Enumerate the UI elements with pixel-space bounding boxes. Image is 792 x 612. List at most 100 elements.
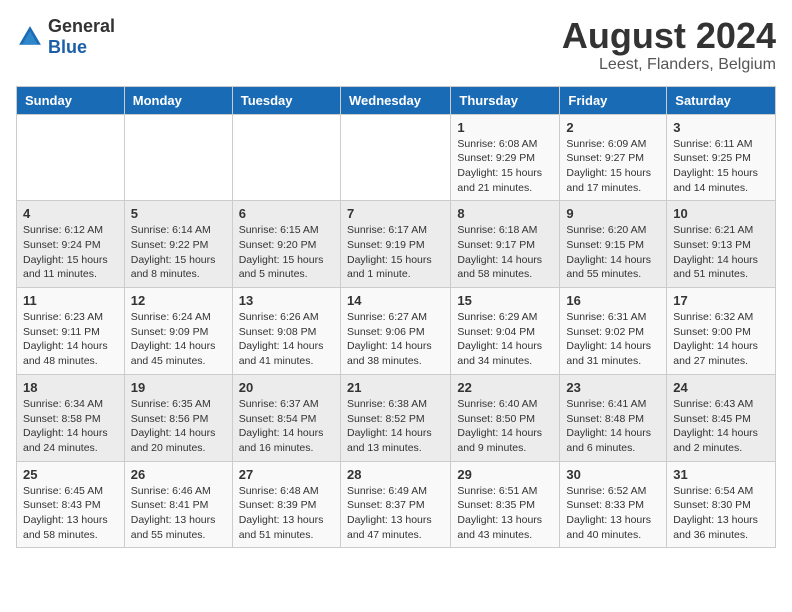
calendar-cell: 16 Sunrise: 6:31 AM Sunset: 9:02 PM Dayli… (560, 288, 667, 375)
day-number: 11 (23, 293, 118, 308)
day-info: Sunrise: 6:14 AM Sunset: 9:22 PM Dayligh… (131, 223, 226, 282)
location: Leest, Flanders, Belgium (562, 56, 776, 74)
calendar-cell: 9 Sunrise: 6:20 AM Sunset: 9:15 PM Daylig… (560, 201, 667, 288)
day-number: 10 (673, 206, 769, 221)
calendar-body: 1Sunrise: 6:08 AM Sunset: 9:29 PM Daylig… (17, 114, 776, 548)
day-info: Sunrise: 6:18 AM Sunset: 9:17 PM Dayligh… (457, 223, 553, 282)
calendar-cell: 3Sunrise: 6:11 AM Sunset: 9:25 PM Daylig… (667, 114, 776, 201)
day-info: Sunrise: 6:45 AM Sunset: 8:43 PM Dayligh… (23, 484, 118, 543)
calendar-cell: 1Sunrise: 6:08 AM Sunset: 9:29 PM Daylig… (451, 114, 560, 201)
day-info: Sunrise: 6:34 AM Sunset: 8:58 PM Dayligh… (23, 397, 118, 456)
day-number: 5 (131, 206, 226, 221)
day-info: Sunrise: 6:38 AM Sunset: 8:52 PM Dayligh… (347, 397, 444, 456)
day-number: 13 (239, 293, 334, 308)
calendar-cell: 19Sunrise: 6:35 AM Sunset: 8:56 PM Dayli… (124, 374, 232, 461)
weekday-header-monday: Monday (124, 86, 232, 114)
day-number: 18 (23, 380, 118, 395)
day-info: Sunrise: 6:43 AM Sunset: 8:45 PM Dayligh… (673, 397, 769, 456)
day-number: 31 (673, 467, 769, 482)
calendar-week-row: 18 Sunrise: 6:34 AM Sunset: 8:58 PM Dayli… (17, 374, 776, 461)
weekday-header-tuesday: Tuesday (232, 86, 340, 114)
day-info: Sunrise: 6:23 AM Sunset: 9:11 PM Dayligh… (23, 310, 118, 369)
day-number: 25 (23, 467, 118, 482)
calendar-cell: 24 Sunrise: 6:43 AM Sunset: 8:45 PM Dayli… (667, 374, 776, 461)
day-number: 26 (131, 467, 226, 482)
day-number: 14 (347, 293, 444, 308)
day-info: Sunrise: 6:32 AM Sunset: 9:00 PM Dayligh… (673, 310, 769, 369)
day-number: 4 (23, 206, 118, 221)
day-info: Sunrise: 6:29 AM Sunset: 9:04 PM Dayligh… (457, 310, 553, 369)
weekday-header-friday: Friday (560, 86, 667, 114)
calendar-cell: 13Sunrise: 6:26 AM Sunset: 9:08 PM Dayli… (232, 288, 340, 375)
calendar-cell: 4 Sunrise: 6:12 AM Sunset: 9:24 PM Daylig… (17, 201, 125, 288)
calendar-cell (340, 114, 450, 201)
day-info: Sunrise: 6:49 AM Sunset: 8:37 PM Dayligh… (347, 484, 444, 543)
day-number: 3 (673, 120, 769, 135)
day-number: 30 (566, 467, 660, 482)
day-info: Sunrise: 6:12 AM Sunset: 9:24 PM Dayligh… (23, 223, 118, 282)
day-number: 8 (457, 206, 553, 221)
calendar-cell: 28 Sunrise: 6:49 AM Sunset: 8:37 PM Dayli… (340, 461, 450, 548)
calendar-cell: 29Sunrise: 6:51 AM Sunset: 8:35 PM Dayli… (451, 461, 560, 548)
day-info: Sunrise: 6:21 AM Sunset: 9:13 PM Dayligh… (673, 223, 769, 282)
calendar-cell (232, 114, 340, 201)
day-number: 20 (239, 380, 334, 395)
day-number: 27 (239, 467, 334, 482)
calendar-cell: 26 Sunrise: 6:46 AM Sunset: 8:41 PM Dayli… (124, 461, 232, 548)
calendar-cell: 14 Sunrise: 6:27 AM Sunset: 9:06 PM Dayli… (340, 288, 450, 375)
month-year: August 2024 (562, 16, 776, 56)
calendar-cell: 21 Sunrise: 6:38 AM Sunset: 8:52 PM Dayli… (340, 374, 450, 461)
calendar-cell: 22Sunrise: 6:40 AM Sunset: 8:50 PM Dayli… (451, 374, 560, 461)
calendar-cell: 20Sunrise: 6:37 AM Sunset: 8:54 PM Dayli… (232, 374, 340, 461)
day-info: Sunrise: 6:35 AM Sunset: 8:56 PM Dayligh… (131, 397, 226, 456)
day-info: Sunrise: 6:48 AM Sunset: 8:39 PM Dayligh… (239, 484, 334, 543)
calendar-cell: 27 Sunrise: 6:48 AM Sunset: 8:39 PM Dayli… (232, 461, 340, 548)
day-number: 24 (673, 380, 769, 395)
calendar-cell: 6 Sunrise: 6:15 AM Sunset: 9:20 PM Daylig… (232, 201, 340, 288)
calendar-cell (17, 114, 125, 201)
logo-text-blue: Blue (48, 37, 87, 57)
day-info: Sunrise: 6:08 AM Sunset: 9:29 PM Dayligh… (457, 137, 553, 196)
day-number: 16 (566, 293, 660, 308)
calendar-cell: 30Sunrise: 6:52 AM Sunset: 8:33 PM Dayli… (560, 461, 667, 548)
day-number: 6 (239, 206, 334, 221)
day-number: 23 (566, 380, 660, 395)
title-block: August 2024 Leest, Flanders, Belgium (562, 16, 776, 74)
day-number: 12 (131, 293, 226, 308)
calendar-cell: 25 Sunrise: 6:45 AM Sunset: 8:43 PM Dayli… (17, 461, 125, 548)
calendar-cell (124, 114, 232, 201)
logo-text-general: General (48, 16, 115, 36)
day-info: Sunrise: 6:31 AM Sunset: 9:02 PM Dayligh… (566, 310, 660, 369)
weekday-header-saturday: Saturday (667, 86, 776, 114)
calendar-cell: 5 Sunrise: 6:14 AM Sunset: 9:22 PM Daylig… (124, 201, 232, 288)
day-number: 9 (566, 206, 660, 221)
day-number: 15 (457, 293, 553, 308)
calendar-cell: 10 Sunrise: 6:21 AM Sunset: 9:13 PM Dayli… (667, 201, 776, 288)
day-info: Sunrise: 6:15 AM Sunset: 9:20 PM Dayligh… (239, 223, 334, 282)
weekday-header-sunday: Sunday (17, 86, 125, 114)
day-number: 22 (457, 380, 553, 395)
day-info: Sunrise: 6:17 AM Sunset: 9:19 PM Dayligh… (347, 223, 444, 282)
calendar-cell: 11 Sunrise: 6:23 AM Sunset: 9:11 PM Dayli… (17, 288, 125, 375)
day-number: 17 (673, 293, 769, 308)
day-number: 21 (347, 380, 444, 395)
day-info: Sunrise: 6:46 AM Sunset: 8:41 PM Dayligh… (131, 484, 226, 543)
calendar-week-row: 11 Sunrise: 6:23 AM Sunset: 9:11 PM Dayli… (17, 288, 776, 375)
day-number: 28 (347, 467, 444, 482)
weekday-header-row: SundayMondayTuesdayWednesdayThursdayFrid… (17, 86, 776, 114)
calendar-cell: 15 Sunrise: 6:29 AM Sunset: 9:04 PM Dayli… (451, 288, 560, 375)
calendar-week-row: 1Sunrise: 6:08 AM Sunset: 9:29 PM Daylig… (17, 114, 776, 201)
day-info: Sunrise: 6:20 AM Sunset: 9:15 PM Dayligh… (566, 223, 660, 282)
calendar-cell: 31Sunrise: 6:54 AM Sunset: 8:30 PM Dayli… (667, 461, 776, 548)
page-header: General Blue August 2024 Leest, Flanders… (16, 16, 776, 74)
day-number: 2 (566, 120, 660, 135)
day-info: Sunrise: 6:27 AM Sunset: 9:06 PM Dayligh… (347, 310, 444, 369)
day-info: Sunrise: 6:51 AM Sunset: 8:35 PM Dayligh… (457, 484, 553, 543)
calendar-cell: 17 Sunrise: 6:32 AM Sunset: 9:00 PM Dayli… (667, 288, 776, 375)
weekday-header-wednesday: Wednesday (340, 86, 450, 114)
logo: General Blue (16, 16, 115, 58)
day-info: Sunrise: 6:09 AM Sunset: 9:27 PM Dayligh… (566, 137, 660, 196)
day-info: Sunrise: 6:24 AM Sunset: 9:09 PM Dayligh… (131, 310, 226, 369)
day-number: 7 (347, 206, 444, 221)
day-info: Sunrise: 6:41 AM Sunset: 8:48 PM Dayligh… (566, 397, 660, 456)
